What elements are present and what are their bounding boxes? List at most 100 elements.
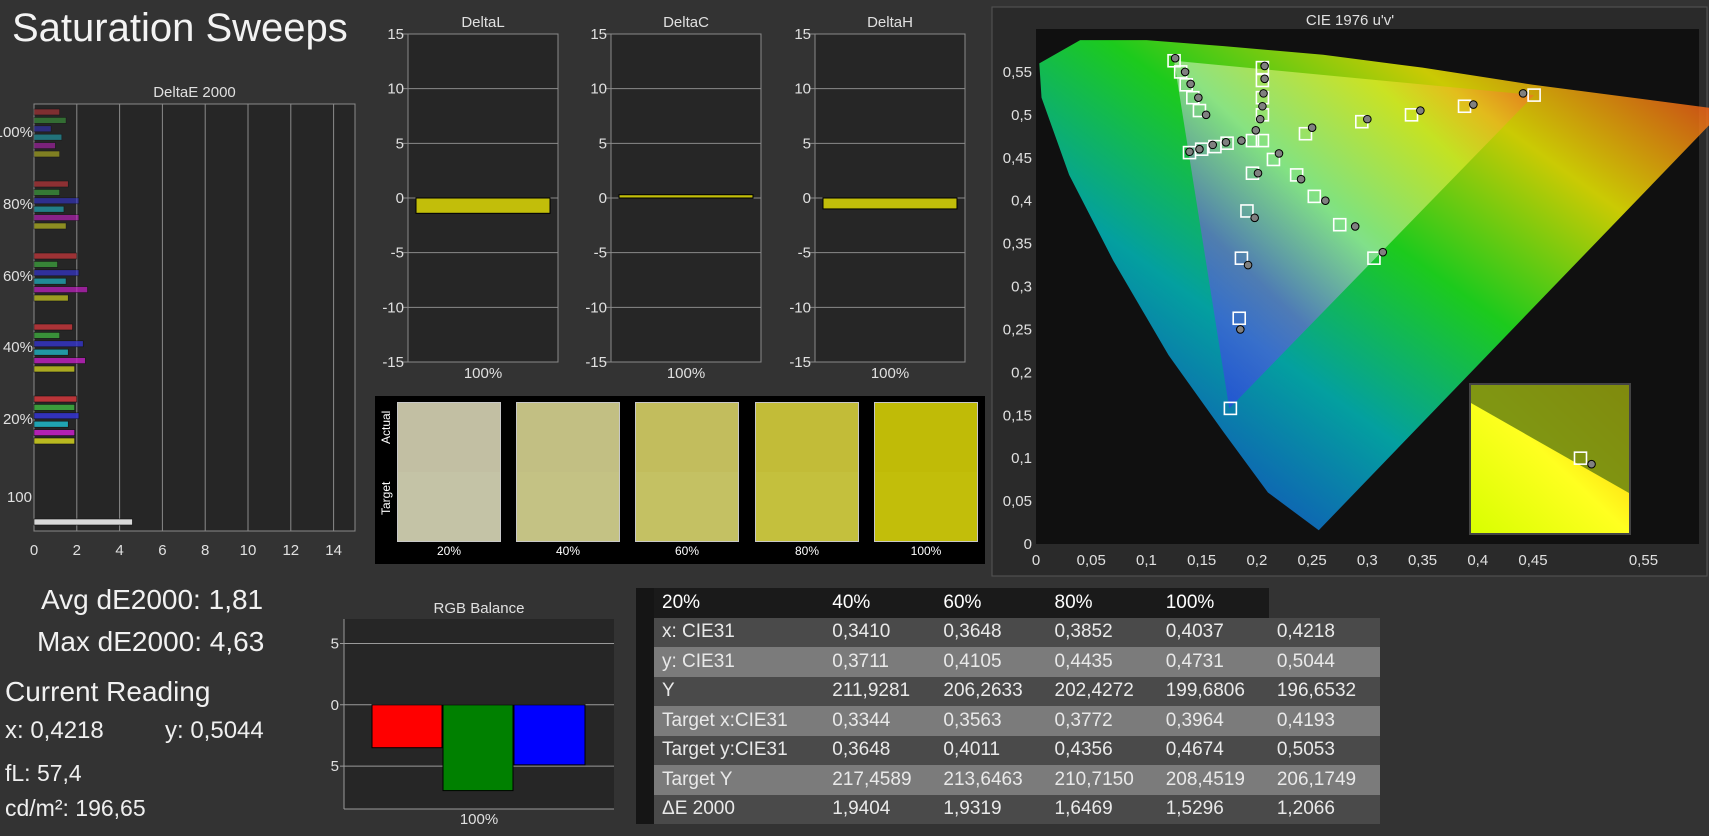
deltaL-ytick-label: 15 xyxy=(387,26,404,43)
swatch-target xyxy=(875,472,977,541)
deltaL-category-label: 100% xyxy=(464,365,502,382)
cie-ytick-label: 0,2 xyxy=(1011,364,1032,381)
table-cell: 0,4011 xyxy=(935,735,1047,765)
cie-measured-point xyxy=(1208,140,1218,150)
deltae-bar xyxy=(33,348,69,356)
deltae-bar xyxy=(33,323,73,331)
table-cell: 211,9281 xyxy=(824,676,936,706)
table-cell: Target Y xyxy=(654,765,825,795)
cie-xtick-label: 0 xyxy=(1032,552,1040,569)
cie-measured-point xyxy=(1194,93,1203,102)
cie-measured-point xyxy=(1260,61,1269,71)
table-cell: 0,4193 xyxy=(1268,706,1380,736)
cie-chart: CIE 1976 u'v' 0 0,05 0,1 0,15 0,2 0,25 0,3 0,35 0… xyxy=(990,0,1709,578)
rgb-svg: RGB Balance 5 0 -5 100% xyxy=(326,600,614,828)
delta-svg: DeltaL 15 10 5 0 -5 -10 -15 100% DeltaC 15 10 5 0 -5 -1… xyxy=(382,14,966,382)
table-cell: 208,4519 xyxy=(1157,765,1269,795)
cie-measured-point xyxy=(1518,89,1528,98)
cie-measured-point xyxy=(1416,106,1425,115)
cie-ytick-label: 0,4 xyxy=(1011,193,1032,210)
table-cell: 196,6532 xyxy=(1268,676,1380,706)
table-cell: Target y:CIE31 xyxy=(654,735,825,765)
swatch-target xyxy=(517,472,619,541)
rgb-ytick-label: -5 xyxy=(330,758,339,775)
table-cell: 0,3711 xyxy=(824,647,936,677)
table-cell: Y xyxy=(654,676,825,706)
cie-measured-point xyxy=(1378,247,1388,257)
deltaC-ytick-label: -15 xyxy=(585,354,607,371)
cie-ytick-label: 0,05 xyxy=(1003,493,1032,510)
swatch-actual xyxy=(875,403,977,472)
deltae-bar xyxy=(33,205,65,213)
deltae-xtick-label: 4 xyxy=(115,542,123,559)
deltaH-ytick-label: 15 xyxy=(794,26,811,43)
deltaH-ytick-label: -5 xyxy=(798,245,811,262)
table-cell: 0,4731 xyxy=(1157,647,1269,677)
deltae-xtick-label: 0 xyxy=(30,542,38,559)
deltaL-ytick-label: 10 xyxy=(387,81,404,98)
cie-measured-point xyxy=(1251,125,1261,135)
deltae-bar xyxy=(33,340,84,348)
deltae-bar xyxy=(33,269,80,277)
deltaC-category-label: 100% xyxy=(667,365,705,382)
cie-measured-point xyxy=(1185,147,1194,157)
table-header-cell: 100% xyxy=(1157,588,1269,618)
fl-reading: fL: 57,4 xyxy=(5,760,82,786)
deltaL-ytick-label: -5 xyxy=(391,245,404,262)
table-cell: 206,2633 xyxy=(935,676,1047,706)
swatch-actual xyxy=(636,403,738,472)
deltaC-ytick-label: 15 xyxy=(590,26,607,43)
deltae-bar xyxy=(33,180,69,188)
deltaH-ytick-label: -15 xyxy=(789,354,811,371)
cdm2-reading: cd/m²: 196,65 xyxy=(5,795,146,821)
table-cell: 0,3344 xyxy=(824,706,936,736)
deltae-bar xyxy=(33,429,75,436)
table-row: Target Y 217,4589 213,6463 210,7150 208,4519… xyxy=(636,765,1380,795)
deltae-xtick-label: 2 xyxy=(73,542,81,559)
swatch-label: 80% xyxy=(794,544,820,558)
deltae-bar xyxy=(33,133,63,141)
cie-ytick-label: 0,5 xyxy=(1011,107,1032,124)
deltaL-title: DeltaL xyxy=(461,14,504,31)
deltae-bar xyxy=(33,294,69,302)
deltaC-bar xyxy=(618,194,754,199)
table-row-marker xyxy=(636,765,654,795)
deltaC-ytick-label: 10 xyxy=(590,81,607,98)
table-cell: 0,4674 xyxy=(1157,735,1269,765)
cie-measured-point xyxy=(1469,100,1478,109)
deltae-bar xyxy=(33,395,78,403)
page-title: Saturation Sweeps xyxy=(12,6,348,50)
table-row: Y 211,9281 206,2633 202,4272 199,6806 196,653… xyxy=(636,676,1380,706)
swatch-panel: Actual Target 20% 40% 60% 80% 100% xyxy=(375,396,985,564)
swatch-2 xyxy=(635,402,739,542)
cie-xtick-label: 0,35 xyxy=(1408,552,1437,569)
deltaH-ytick-label: 5 xyxy=(803,135,811,152)
cie-measured-point xyxy=(1250,213,1259,223)
table-row-marker xyxy=(636,794,654,824)
swatch-target xyxy=(636,472,738,541)
deltaC-ytick-label: -10 xyxy=(585,299,607,316)
table-cell: 199,6806 xyxy=(1157,676,1269,706)
table-cell: 1,5296 xyxy=(1157,794,1269,824)
table-header-cell xyxy=(636,588,654,618)
cie-ytick-label: 0,1 xyxy=(1011,450,1032,467)
cie-ytick-label: 0,25 xyxy=(1003,321,1032,338)
rgb-bar xyxy=(513,704,586,766)
cie-ytick-label: 0,55 xyxy=(1003,64,1032,81)
deltae-bar xyxy=(33,125,52,133)
cie-measured-point xyxy=(1236,325,1245,334)
cie-measured-point xyxy=(1253,168,1263,178)
table-cell: 0,3410 xyxy=(824,617,936,647)
table-row: ΔE 2000 1,9404 1,9319 1,6469 1,5296 1,2066 xyxy=(636,794,1380,824)
table-header-row: 20% 40% 60% 80% 100% xyxy=(636,588,1380,618)
deltae-bar xyxy=(33,214,80,221)
table-row: x: CIE31 0,3410 0,3648 0,3852 0,4037 0,4218 xyxy=(636,617,1380,647)
cie-measured-point xyxy=(1321,196,1330,205)
readings-table: 20% 40% 60% 80% 100% x: CIE31 0,3410 0,3648 0,3… xyxy=(636,588,1380,824)
deltaH-category-label: 100% xyxy=(871,365,909,382)
deltaC-title: DeltaC xyxy=(663,14,709,31)
deltae-bar xyxy=(33,412,80,420)
cie-measured-point xyxy=(1221,138,1231,147)
deltae-group-label: 80% xyxy=(3,196,33,213)
swatch-3 xyxy=(755,402,859,542)
